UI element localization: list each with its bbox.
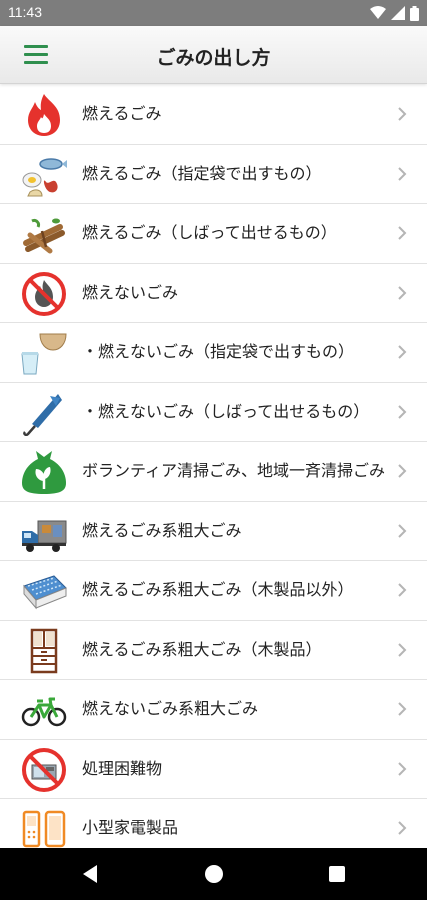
list-item[interactable]: 処理困難物 <box>0 740 427 799</box>
kitchen-waste-icon <box>20 152 68 198</box>
chevron-right-icon <box>398 464 407 478</box>
signal-icon <box>391 6 405 20</box>
list-item-label: ・燃えないごみ（しばって出せるもの） <box>82 401 370 421</box>
list-item-label: 処理困難物 <box>82 758 163 778</box>
volunteer-bag-icon <box>20 449 68 495</box>
page-title: ごみの出し方 <box>156 47 271 69</box>
bundled-branches-icon <box>20 211 68 257</box>
list-item[interactable]: 燃えるごみ（しばって出せるもの） <box>0 204 427 264</box>
chevron-right-icon <box>398 821 407 835</box>
list-item[interactable]: 燃えるごみ系粗大ごみ（木製品） <box>0 621 427 680</box>
home-icon[interactable] <box>205 865 223 883</box>
list-item-label: ・燃えないごみ（指定袋で出すもの） <box>82 342 355 362</box>
list-item[interactable]: 燃えるごみ <box>0 85 427 145</box>
chevron-right-icon <box>398 643 407 657</box>
list-item[interactable]: 小型家電製品 <box>0 799 427 848</box>
list-item-label: 燃えるごみ（しばって出せるもの） <box>82 223 337 243</box>
chevron-right-icon <box>398 702 407 716</box>
list-item-label: 燃えるごみ系粗大ごみ（木製品） <box>82 639 322 659</box>
list-item[interactable]: 燃えないごみ系粗大ごみ <box>0 680 427 740</box>
chevron-right-icon <box>398 762 407 776</box>
chevron-right-icon <box>398 107 407 121</box>
list-item[interactable]: 燃えるごみ系粗大ごみ（木製品以外） <box>0 561 427 621</box>
list-item-label: 燃えるごみ（指定袋で出すもの） <box>82 163 322 183</box>
list-item[interactable]: 燃えないごみ <box>0 264 427 323</box>
list-item-label: 燃えるごみ <box>82 104 162 124</box>
prohibited-items-icon <box>20 747 68 793</box>
app-bar: ごみの出し方 <box>0 26 427 84</box>
battery-icon <box>410 5 419 21</box>
status-icons <box>370 5 419 21</box>
list-item[interactable]: ボランティア清掃ごみ、地域一斉清掃ごみ <box>0 442 427 502</box>
list-item[interactable]: ・燃えないごみ（しばって出せるもの） <box>0 383 427 442</box>
chevron-right-icon <box>398 524 407 538</box>
umbrella-icon <box>20 390 68 436</box>
chevron-right-icon <box>398 167 407 181</box>
chevron-right-icon <box>398 583 407 597</box>
cup-bowl-icon <box>20 330 68 376</box>
futon-icon <box>20 568 68 614</box>
chevron-right-icon <box>398 226 407 240</box>
no-fire-icon <box>20 271 68 317</box>
status-bar: 11:43 <box>0 0 427 26</box>
list-item[interactable]: 燃えるごみ（指定袋で出すもの） <box>0 145 427 204</box>
garbage-category-list: 燃えるごみ 燃えるごみ（指定袋で出すもの） 燃えるごみ（しばって出せるもの） 燃… <box>0 85 427 848</box>
list-item-label: 小型家電製品 <box>82 818 179 838</box>
list-item[interactable]: ・燃えないごみ（指定袋で出すもの） <box>0 323 427 383</box>
chevron-right-icon <box>398 405 407 419</box>
navigation-bar <box>0 848 427 900</box>
back-icon[interactable] <box>82 864 98 884</box>
recent-apps-icon[interactable] <box>329 866 345 882</box>
chevron-right-icon <box>398 345 407 359</box>
chevron-right-icon <box>398 286 407 300</box>
truck-icon <box>20 509 68 555</box>
list-item-label: ボランティア清掃ごみ、地域一斉清掃ごみ <box>82 461 386 481</box>
cabinet-icon <box>20 628 68 674</box>
status-time: 11:43 <box>8 4 42 20</box>
list-item-label: 燃えるごみ系粗大ごみ <box>82 520 242 540</box>
fire-icon <box>20 92 68 138</box>
list-item-label: 燃えないごみ系粗大ごみ <box>82 699 259 719</box>
wifi-icon <box>370 6 386 19</box>
list-item[interactable]: 燃えるごみ系粗大ごみ <box>0 502 427 561</box>
phone-icon <box>20 806 68 848</box>
bicycle-icon <box>20 687 68 733</box>
list-item-label: 燃えるごみ系粗大ごみ（木製品以外） <box>82 580 354 600</box>
list-item-label: 燃えないごみ <box>82 282 179 302</box>
